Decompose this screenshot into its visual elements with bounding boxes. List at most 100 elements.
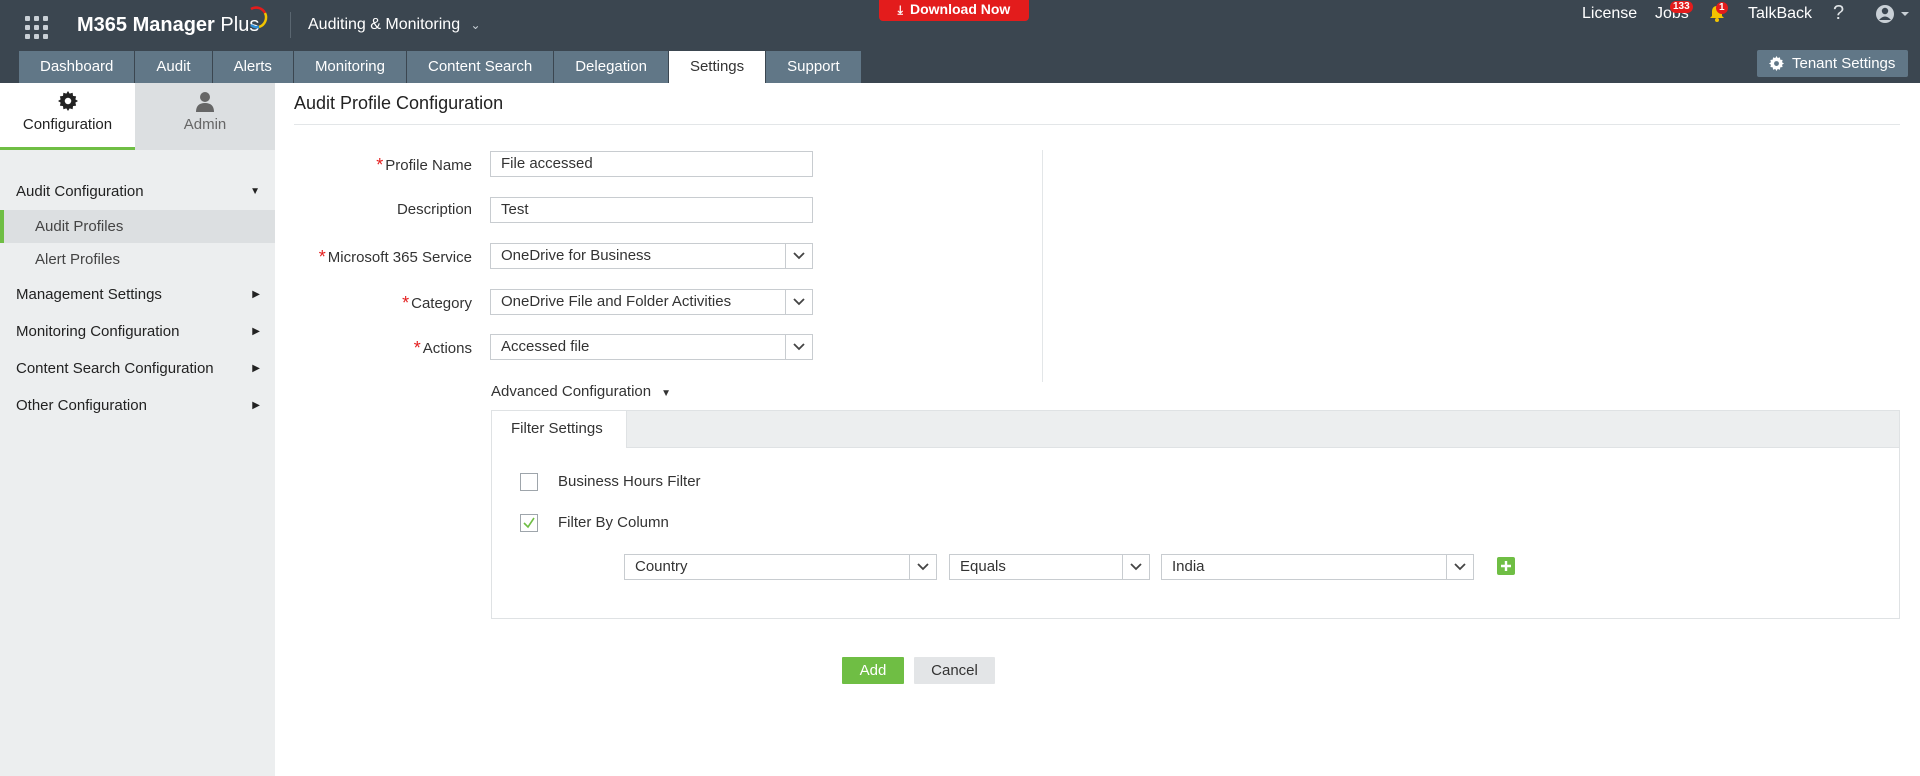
category-label-text: Category — [411, 295, 472, 312]
sidebar-group-label: Content Search Configuration — [16, 360, 214, 377]
required-marker: * — [413, 338, 421, 358]
notification-count-badge: 1 — [1716, 2, 1728, 14]
advanced-configuration-label: Advanced Configuration — [491, 383, 652, 400]
gear-icon — [1769, 56, 1784, 71]
add-button[interactable]: Add — [842, 657, 904, 684]
filter-column-value: Country — [635, 558, 688, 575]
chevron-down-icon — [785, 290, 812, 314]
tab-settings[interactable]: Settings — [668, 51, 766, 83]
description-input[interactable]: Test — [490, 197, 813, 223]
tab-monitoring[interactable]: Monitoring — [293, 51, 406, 83]
help-icon[interactable]: ? — [1833, 2, 1844, 25]
module-selector[interactable]: Auditing & Monitoring ⌄ — [308, 16, 481, 34]
sidebar-tab-configuration[interactable]: Configuration — [0, 83, 135, 150]
title-separator — [290, 12, 291, 38]
app-title-name: M365 Manager — [77, 14, 215, 36]
jobs-count-badge: 133 — [1670, 1, 1693, 13]
filter-tabs-bar — [492, 411, 1899, 448]
sidebar: Configuration Admin Audit Configuration … — [0, 83, 275, 776]
category-label: * Category — [294, 292, 472, 313]
chevron-down-icon — [785, 244, 812, 268]
product-logo-icon — [250, 6, 268, 29]
sidebar-group-label: Management Settings — [16, 286, 162, 303]
checkbox-checked[interactable] — [520, 514, 538, 532]
add-filter-row-button[interactable] — [1497, 557, 1515, 575]
tenant-settings-label: Tenant Settings — [1792, 55, 1896, 72]
caret-down-icon: ▼ — [661, 388, 672, 399]
sidebar-nav: Audit Configuration ▼ Audit Profiles Ale… — [0, 173, 275, 424]
sidebar-tabs: Configuration Admin — [0, 83, 275, 150]
advanced-configuration-toggle[interactable]: Advanced Configuration ▼ — [491, 383, 671, 400]
profile-name-label-text: Profile Name — [385, 157, 472, 174]
filter-settings-panel: Filter Settings Business Hours Filter Fi… — [491, 410, 1900, 619]
caret-right-icon: ▶ — [252, 363, 260, 374]
filter-operator-value: Equals — [960, 558, 1006, 575]
sidebar-group-monitoring-configuration[interactable]: Monitoring Configuration ▶ — [0, 313, 275, 350]
form-column-divider — [1042, 150, 1043, 382]
sidebar-group-label: Monitoring Configuration — [16, 323, 180, 340]
app-launcher-icon[interactable] — [25, 16, 49, 40]
filter-operator-select[interactable]: Equals — [949, 554, 1150, 580]
talkback-link[interactable]: TalkBack — [1748, 5, 1812, 23]
actions-label: * Actions — [294, 337, 472, 358]
required-marker: * — [318, 247, 326, 267]
filter-value-value: India — [1172, 558, 1205, 575]
filter-value-select[interactable]: India — [1161, 554, 1474, 580]
license-link[interactable]: License — [1582, 5, 1637, 23]
checkbox-unchecked[interactable] — [520, 473, 538, 491]
m365-service-select[interactable]: OneDrive for Business — [490, 243, 813, 269]
sidebar-item-audit-profiles[interactable]: Audit Profiles — [0, 210, 275, 243]
m365-service-label-text: Microsoft 365 Service — [327, 249, 472, 266]
sidebar-tab-admin-label: Admin — [183, 116, 227, 133]
sidebar-tab-configuration-label: Configuration — [22, 116, 113, 133]
business-hours-filter-label: Business Hours Filter — [558, 473, 701, 490]
sidebar-group-other-configuration[interactable]: Other Configuration ▶ — [0, 387, 275, 424]
profile-name-input[interactable]: File accessed — [490, 151, 813, 177]
caret-right-icon: ▶ — [252, 326, 260, 337]
category-value: OneDrive File and Folder Activities — [501, 293, 732, 310]
user-account-icon[interactable] — [1875, 4, 1909, 29]
tenant-settings-button[interactable]: Tenant Settings — [1757, 50, 1908, 77]
download-now-button[interactable]: ⤓ Download Now — [879, 0, 1029, 21]
chevron-down-icon — [785, 335, 812, 359]
filter-column-select[interactable]: Country — [624, 554, 937, 580]
tab-dashboard[interactable]: Dashboard — [19, 51, 135, 83]
tab-support[interactable]: Support — [766, 51, 861, 83]
chevron-down-icon: ⌄ — [470, 18, 481, 32]
caret-right-icon: ▶ — [252, 289, 260, 300]
actions-select[interactable]: Accessed file — [490, 334, 813, 360]
m365-service-value: OneDrive for Business — [501, 247, 652, 264]
sidebar-group-content-search-configuration[interactable]: Content Search Configuration ▶ — [0, 350, 275, 387]
cancel-button[interactable]: Cancel — [914, 657, 995, 684]
check-icon — [523, 517, 535, 529]
top-header: M365 Manager Plus Auditing & Monitoring … — [0, 0, 1920, 83]
category-select[interactable]: OneDrive File and Folder Activities — [490, 289, 813, 315]
caret-down-icon: ▼ — [250, 186, 260, 197]
description-label: Description — [396, 201, 472, 218]
sidebar-item-alert-profiles[interactable]: Alert Profiles — [0, 243, 275, 276]
chevron-down-icon — [909, 555, 936, 579]
tab-filter-settings[interactable]: Filter Settings — [492, 411, 627, 448]
page-title: Audit Profile Configuration — [294, 93, 504, 113]
actions-value: Accessed file — [501, 338, 590, 355]
plus-icon — [1501, 561, 1511, 571]
main-tabs: Dashboard Audit Alerts Monitoring Conten… — [19, 51, 862, 83]
tab-audit[interactable]: Audit — [135, 51, 212, 83]
download-icon: ⤓ — [897, 3, 903, 17]
required-marker: * — [402, 293, 410, 313]
download-now-label: Download Now — [909, 1, 1011, 17]
filter-by-column-label: Filter By Column — [558, 514, 669, 531]
tab-alerts[interactable]: Alerts — [212, 51, 293, 83]
actions-label-text: Actions — [422, 340, 472, 357]
module-selector-label: Auditing & Monitoring — [308, 16, 461, 33]
tab-content-search[interactable]: Content Search — [406, 51, 554, 83]
chevron-down-icon — [1122, 555, 1149, 579]
user-icon — [196, 92, 214, 112]
gear-icon — [57, 91, 78, 111]
sidebar-group-management-settings[interactable]: Management Settings ▶ — [0, 276, 275, 313]
required-marker: * — [376, 155, 384, 175]
sidebar-group-audit-configuration[interactable]: Audit Configuration ▼ — [0, 173, 275, 210]
tab-delegation[interactable]: Delegation — [554, 51, 668, 83]
sidebar-tab-admin[interactable]: Admin — [135, 83, 275, 150]
profile-name-label: * Profile Name — [294, 154, 472, 175]
